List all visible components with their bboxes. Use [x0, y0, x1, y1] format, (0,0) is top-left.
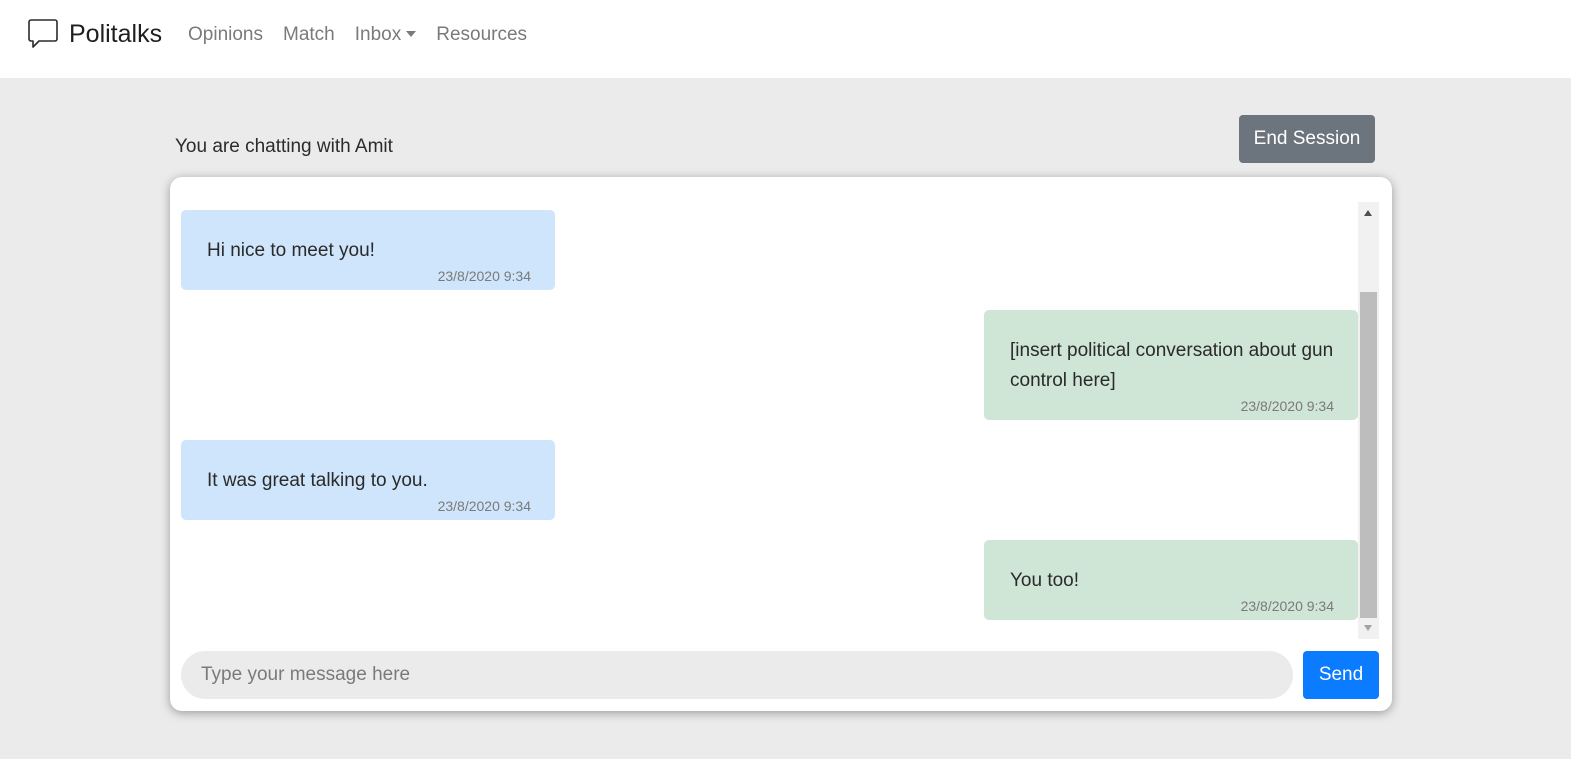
send-button[interactable]: Send	[1303, 651, 1379, 699]
message-timestamp: 23/8/2020 9:34	[1240, 598, 1334, 614]
scroll-down-arrow-icon[interactable]	[1364, 625, 1372, 631]
chat-card: Hi nice to meet you! 23/8/2020 9:34 [ins…	[170, 177, 1392, 711]
scroll-up-arrow-icon[interactable]	[1364, 210, 1372, 216]
message-text: It was great talking to you.	[207, 470, 428, 491]
navbar: Politalks Opinions Match Inbox Resources	[0, 0, 1571, 78]
chat-partner-heading: You are chatting with Amit	[175, 136, 393, 157]
message-scrollbar[interactable]	[1358, 202, 1379, 639]
nav-match[interactable]: Match	[283, 24, 335, 46]
chat-bubble-icon	[28, 19, 58, 48]
message-sent: You too! 23/8/2020 9:34	[984, 540, 1358, 620]
message-list[interactable]: Hi nice to meet you! 23/8/2020 9:34 [ins…	[181, 202, 1358, 639]
nav-inbox-dropdown[interactable]: Inbox	[354, 24, 417, 46]
message-text: Hi nice to meet you!	[207, 240, 375, 261]
message-sent: [insert political conversation about gun…	[984, 310, 1358, 420]
message-timestamp: 23/8/2020 9:34	[437, 498, 531, 514]
nav-links: Opinions Match Inbox Resources	[188, 24, 547, 46]
message-timestamp: 23/8/2020 9:34	[1240, 398, 1334, 414]
nav-resources[interactable]: Resources	[436, 24, 527, 46]
nav-inbox-label: Inbox	[354, 24, 402, 45]
message-input[interactable]	[181, 651, 1293, 699]
message-timestamp: 23/8/2020 9:34	[437, 268, 531, 284]
caret-down-icon	[406, 31, 417, 37]
brand-link[interactable]: Politalks	[28, 18, 162, 50]
scrollbar-thumb[interactable]	[1360, 292, 1377, 618]
end-session-button[interactable]: End Session	[1239, 115, 1375, 163]
message-received: It was great talking to you. 23/8/2020 9…	[181, 440, 555, 520]
brand-name: Politalks	[69, 19, 163, 48]
message-text: You too!	[1010, 570, 1080, 591]
nav-opinions[interactable]: Opinions	[188, 24, 263, 46]
message-text: [insert political conversation about gun…	[1010, 340, 1334, 391]
message-received: Hi nice to meet you! 23/8/2020 9:34	[181, 210, 555, 290]
